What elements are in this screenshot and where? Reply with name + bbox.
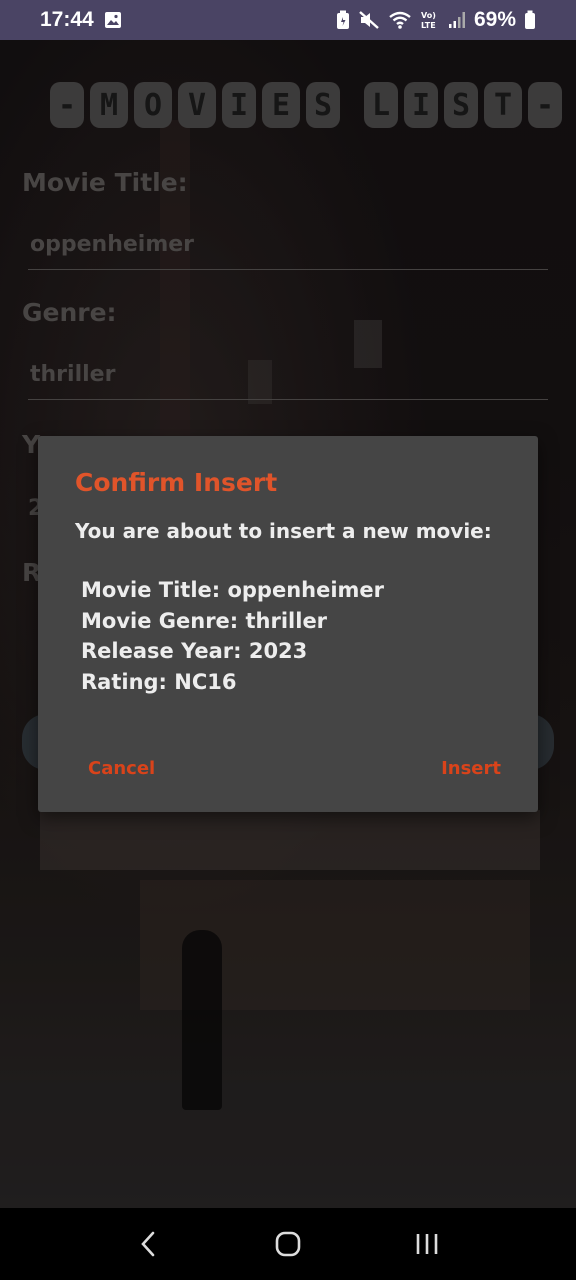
dialog-message: You are about to insert a new movie: [75, 519, 492, 543]
back-icon[interactable] [119, 1214, 179, 1274]
detail-rating: Rating: NC16 [81, 670, 237, 694]
recents-icon[interactable] [397, 1214, 457, 1274]
confirm-insert-dialog: Confirm Insert You are about to insert a… [38, 436, 538, 812]
cancel-button[interactable]: Cancel [88, 758, 155, 779]
system-nav-bar [0, 1208, 576, 1280]
battery-icon [524, 10, 536, 30]
wifi-icon [388, 10, 412, 30]
dialog-title: Confirm Insert [75, 468, 278, 497]
svg-text:Vo): Vo) [421, 11, 436, 20]
battery-saver-icon [336, 10, 350, 30]
signal-icon [448, 11, 466, 29]
battery-percent: 69% [473, 8, 516, 31]
svg-text:LTE: LTE [421, 21, 436, 30]
insert-button[interactable]: Insert [441, 758, 501, 779]
status-time: 17:44 [40, 8, 94, 31]
image-icon [104, 11, 122, 29]
detail-release-year: Release Year: 2023 [81, 639, 308, 663]
volte-icon: Vo) LTE [420, 10, 440, 30]
home-icon[interactable] [258, 1214, 318, 1274]
detail-movie-title: Movie Title: oppenheimer [81, 578, 385, 602]
detail-movie-genre: Movie Genre: thriller [81, 609, 328, 633]
status-bar: 17:44 Vo) LTE 69% [0, 0, 576, 40]
mute-icon [358, 10, 380, 30]
